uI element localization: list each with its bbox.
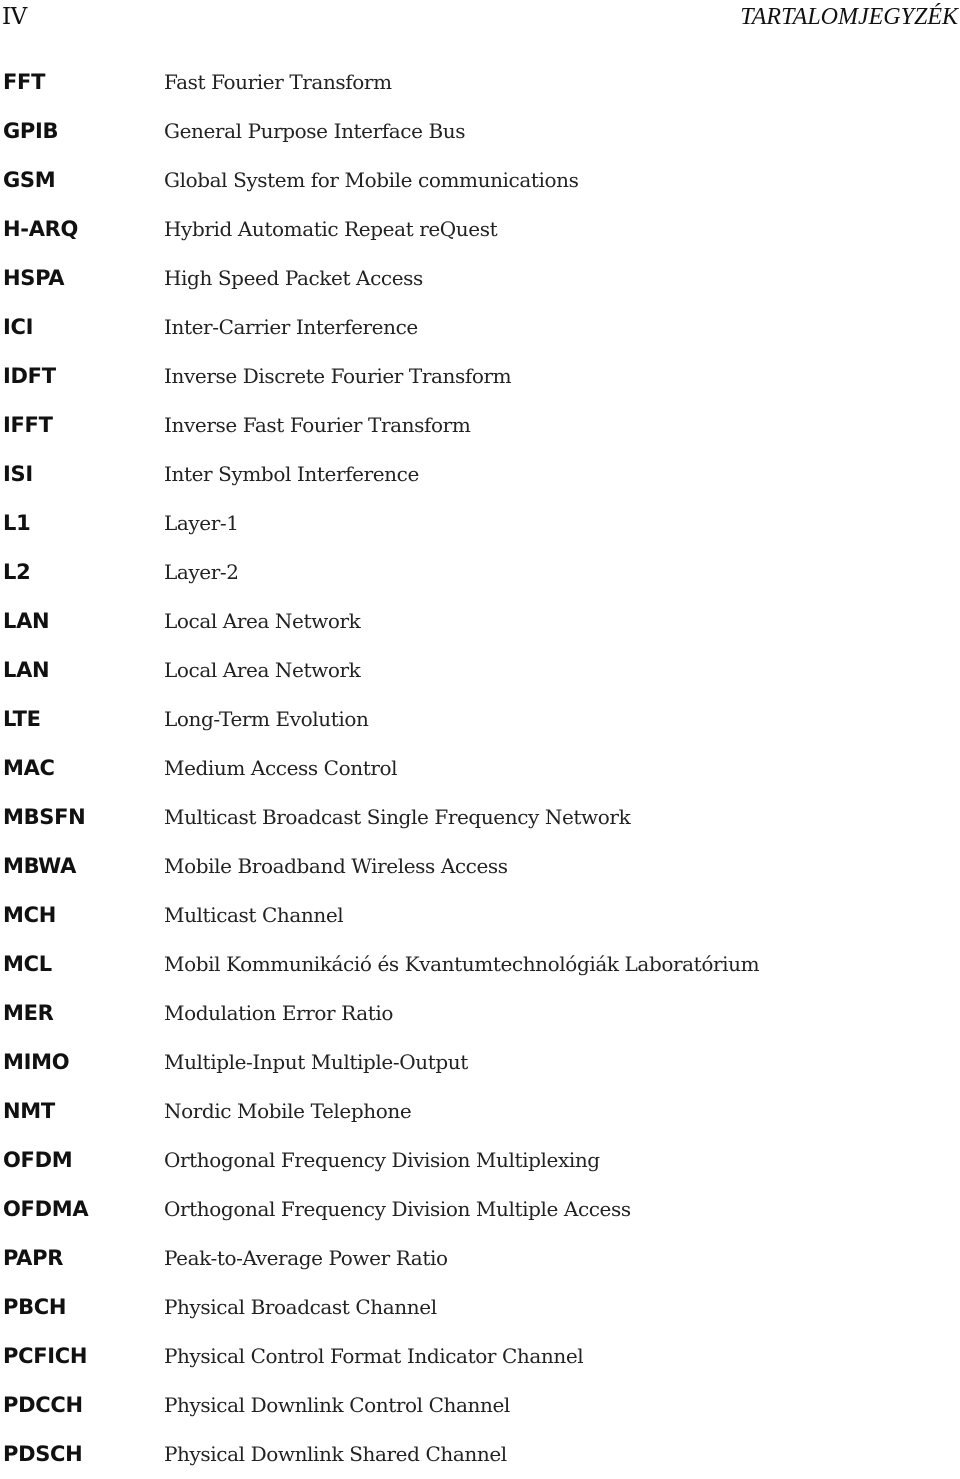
abbreviation-definition: Inter Symbol Interference [164,462,419,486]
abbreviation-definition: Inverse Fast Fourier Transform [164,413,471,437]
running-header: IV TARTALOMJEGYZÉK [0,0,960,36]
abbreviation-definition: Inverse Discrete Fourier Transform [164,364,512,388]
abbreviation-row: PDCCH Physical Downlink Control Channel [0,1381,960,1430]
abbreviation-row: MIMO Multiple-Input Multiple-Output [0,1038,960,1087]
abbreviation-term: L2 [3,560,31,584]
abbreviation-definition: Fast Fourier Transform [164,70,392,94]
abbreviation-term: MCH [3,903,56,927]
abbreviation-term: LTE [3,707,41,731]
page-number: IV [2,4,27,30]
chapter-title: TARTALOMJEGYZÉK [740,4,958,30]
abbreviation-row: MCL Mobil Kommunikáció és Kvantumtechnoló… [0,940,960,989]
abbreviation-row: MER Modulation Error Ratio [0,989,960,1038]
abbreviation-term: MBSFN [3,805,86,829]
abbreviation-definition: Modulation Error Ratio [164,1001,394,1025]
abbreviation-term: H-ARQ [3,217,79,241]
abbreviation-term: PAPR [3,1246,64,1270]
abbreviation-row: HSPA High Speed Packet Access [0,254,960,303]
abbreviation-row: L1 Layer-1 [0,499,960,548]
abbreviation-definition: Physical Broadcast Channel [164,1295,437,1319]
abbreviation-row: ICI Inter-Carrier Interference [0,303,960,352]
abbreviation-term: LAN [3,658,50,682]
abbreviation-definition: General Purpose Interface Bus [164,119,466,143]
abbreviation-term: ISI [3,462,33,486]
abbreviation-definition: Long-Term Evolution [164,707,369,731]
abbreviation-row: MAC Medium Access Control [0,744,960,793]
abbreviation-row: OFDM Orthogonal Frequency Division Multip… [0,1136,960,1185]
abbreviation-row: GPIB General Purpose Interface Bus [0,107,960,156]
abbreviation-definition: Orthogonal Frequency Division Multiple A… [164,1197,631,1221]
abbreviation-definition: Layer-1 [164,511,239,535]
abbreviation-term: FFT [3,70,46,94]
abbreviation-definition: Orthogonal Frequency Division Multiplexi… [164,1148,600,1172]
abbreviation-definition: Layer-2 [164,560,239,584]
abbreviation-term: HSPA [3,266,65,290]
abbreviation-term: MAC [3,756,55,780]
abbreviation-definition: Mobile Broadband Wireless Access [164,854,508,878]
abbreviation-row: LTE Long-Term Evolution [0,695,960,744]
abbreviation-term: PCFICH [3,1344,88,1368]
abbreviation-term: MER [3,1001,54,1025]
abbreviation-term: NMT [3,1099,55,1123]
abbreviation-row: LAN Local Area Network [0,646,960,695]
abbreviation-row: MBWA Mobile Broadband Wireless Access [0,842,960,891]
abbreviation-term: LAN [3,609,50,633]
abbreviation-row: NMT Nordic Mobile Telephone [0,1087,960,1136]
abbreviation-term: ICI [3,315,34,339]
abbreviation-term: OFDMA [3,1197,89,1221]
abbreviation-definition: Hybrid Automatic Repeat reQuest [164,217,498,241]
abbreviation-row: H-ARQ Hybrid Automatic Repeat reQuest [0,205,960,254]
abbreviation-definition: High Speed Packet Access [164,266,423,290]
abbreviation-row: MBSFN Multicast Broadcast Single Frequenc… [0,793,960,842]
abbreviation-definition: Physical Downlink Control Channel [164,1393,510,1417]
abbreviation-definition: Inter-Carrier Interference [164,315,418,339]
abbreviation-term: OFDM [3,1148,73,1172]
abbreviation-row: PCFICH Physical Control Format Indicator … [0,1332,960,1381]
abbreviation-definition: Peak-to-Average Power Ratio [164,1246,448,1270]
abbreviation-row: MCH Multicast Channel [0,891,960,940]
abbreviation-term: MIMO [3,1050,70,1074]
abbreviation-term: MBWA [3,854,77,878]
abbreviation-row: PDSCH Physical Downlink Shared Channel [0,1430,960,1479]
abbreviation-row: PAPR Peak-to-Average Power Ratio [0,1234,960,1283]
abbreviation-term: GSM [3,168,56,192]
abbreviation-definition: Multicast Channel [164,903,344,927]
abbreviation-term: MCL [3,952,52,976]
abbreviation-row: PBCH Physical Broadcast Channel [0,1283,960,1332]
abbreviation-term: PDCCH [3,1393,83,1417]
abbreviation-row: IFFT Inverse Fast Fourier Transform [0,401,960,450]
abbreviation-row: LAN Local Area Network [0,597,960,646]
abbreviation-row: FFT Fast Fourier Transform [0,58,960,107]
abbreviation-row: OFDMA Orthogonal Frequency Division Multi… [0,1185,960,1234]
abbreviation-term: IDFT [3,364,56,388]
abbreviation-definition: Local Area Network [164,609,361,633]
abbreviation-definition: Mobil Kommunikáció és Kvantumtechnológiá… [164,952,760,976]
abbreviation-list: FFT Fast Fourier Transform GPIB General Pu… [0,58,960,1479]
abbreviation-row: ISI Inter Symbol Interference [0,450,960,499]
abbreviation-definition: Physical Control Format Indicator Channe… [164,1344,584,1368]
abbreviation-definition: Nordic Mobile Telephone [164,1099,412,1123]
abbreviation-definition: Medium Access Control [164,756,398,780]
abbreviation-row: IDFT Inverse Discrete Fourier Transform [0,352,960,401]
abbreviation-definition: Physical Downlink Shared Channel [164,1442,507,1466]
abbreviation-term: IFFT [3,413,53,437]
abbreviation-term: PDSCH [3,1442,83,1466]
abbreviation-row: L2 Layer-2 [0,548,960,597]
abbreviation-term: L1 [3,511,31,535]
abbreviation-definition: Multicast Broadcast Single Frequency Net… [164,805,631,829]
abbreviation-row: GSM Global System for Mobile communicatio… [0,156,960,205]
abbreviation-definition: Local Area Network [164,658,361,682]
abbreviation-definition: Multiple-Input Multiple-Output [164,1050,468,1074]
abbreviation-term: GPIB [3,119,59,143]
abbreviation-term: PBCH [3,1295,67,1319]
abbreviation-definition: Global System for Mobile communications [164,168,579,192]
